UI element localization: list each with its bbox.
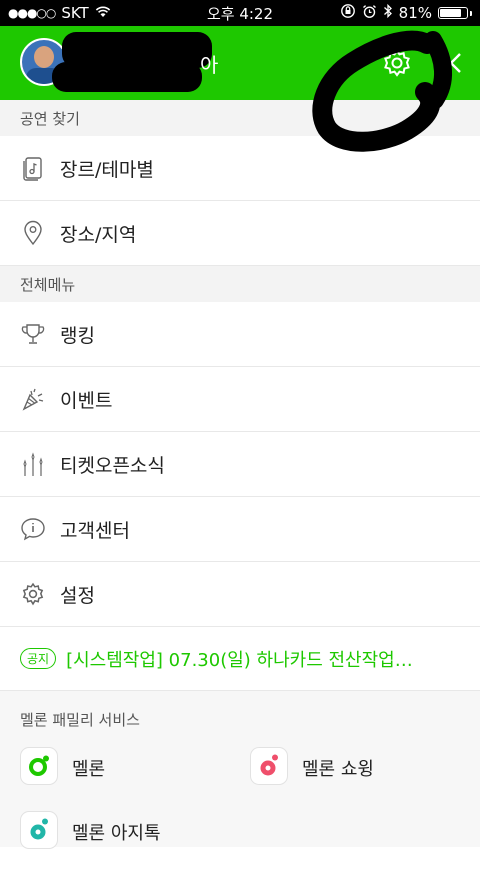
family-item-label: 멜론 아지톡	[72, 823, 161, 844]
menu-label: 이벤트	[60, 389, 113, 412]
profile-header: 아	[0, 26, 480, 152]
party-popper-icon	[20, 386, 46, 412]
notice-banner[interactable]: 공지 [시스템작업] 07.30(일) 하나카드 전산작업…	[0, 627, 480, 691]
marker-scribble	[312, 30, 453, 152]
status-bar: ●●●○○ SKT 오후 4:22 81%	[0, 0, 480, 26]
battery-fill	[440, 9, 461, 17]
battery-nub	[470, 10, 472, 16]
menu-item-customer-center[interactable]: 고객센터	[0, 497, 480, 562]
carrier-label: SKT	[61, 4, 89, 22]
location-pin-icon	[20, 220, 46, 246]
menu-item-place-region[interactable]: 장소/지역	[0, 201, 480, 266]
status-left: ●●●○○ SKT	[8, 4, 111, 22]
menu-label: 장소/지역	[60, 223, 137, 246]
wifi-icon	[95, 4, 111, 22]
family-item-melon[interactable]: 멜론	[20, 747, 250, 811]
battery-icon	[438, 7, 468, 19]
profile-name[interactable]: 아	[200, 49, 218, 78]
trophy-icon	[20, 321, 46, 347]
family-services-grid: 멜론 멜론 쇼윙 멜론 아지톡	[0, 747, 480, 875]
section-all-menu: 전체메뉴	[0, 266, 480, 302]
melon-azitalk-app-icon	[20, 811, 58, 849]
menu-item-ticket-open-news[interactable]: 티켓오픈소식	[0, 432, 480, 497]
menu-label: 고객센터	[60, 519, 130, 542]
battery-percent: 81%	[398, 4, 432, 22]
rotation-lock-icon	[340, 3, 356, 23]
family-services: 멜론 패밀리 서비스 멜론 멜론 쇼윙 멜론 아지톡	[0, 691, 480, 849]
alarm-icon	[362, 4, 377, 23]
family-item-label: 멜론 쇼윙	[302, 759, 374, 780]
music-file-icon	[20, 155, 46, 181]
redaction-mark	[52, 62, 202, 92]
family-item-melon-showing[interactable]: 멜론 쇼윙	[250, 747, 480, 811]
menu-label: 설정	[60, 584, 95, 607]
menu-item-settings[interactable]: 설정	[0, 562, 480, 627]
menu-item-ranking[interactable]: 랭킹	[0, 302, 480, 367]
status-right: 81%	[340, 3, 472, 23]
fireworks-icon	[20, 451, 46, 477]
menu-label: 티켓오픈소식	[60, 454, 165, 477]
family-services-title: 멜론 패밀리 서비스	[20, 710, 140, 729]
gear-icon	[20, 581, 46, 607]
avatar-face	[34, 46, 54, 68]
family-item-label: 멜론	[72, 759, 106, 780]
family-item-melon-azitalk[interactable]: 멜론 아지톡	[20, 811, 250, 875]
info-bubble-icon	[20, 516, 46, 542]
menu-label: 장르/테마별	[60, 158, 154, 181]
menu-item-event[interactable]: 이벤트	[0, 367, 480, 432]
notice-text: [시스템작업] 07.30(일) 하나카드 전산작업…	[66, 649, 413, 671]
melon-showing-app-icon	[250, 747, 288, 785]
menu-label: 랭킹	[60, 324, 95, 347]
notice-badge: 공지	[20, 648, 57, 669]
bluetooth-icon	[383, 3, 393, 23]
melon-app-icon	[20, 747, 58, 785]
signal-strength-icon: ●●●○○	[8, 6, 56, 20]
